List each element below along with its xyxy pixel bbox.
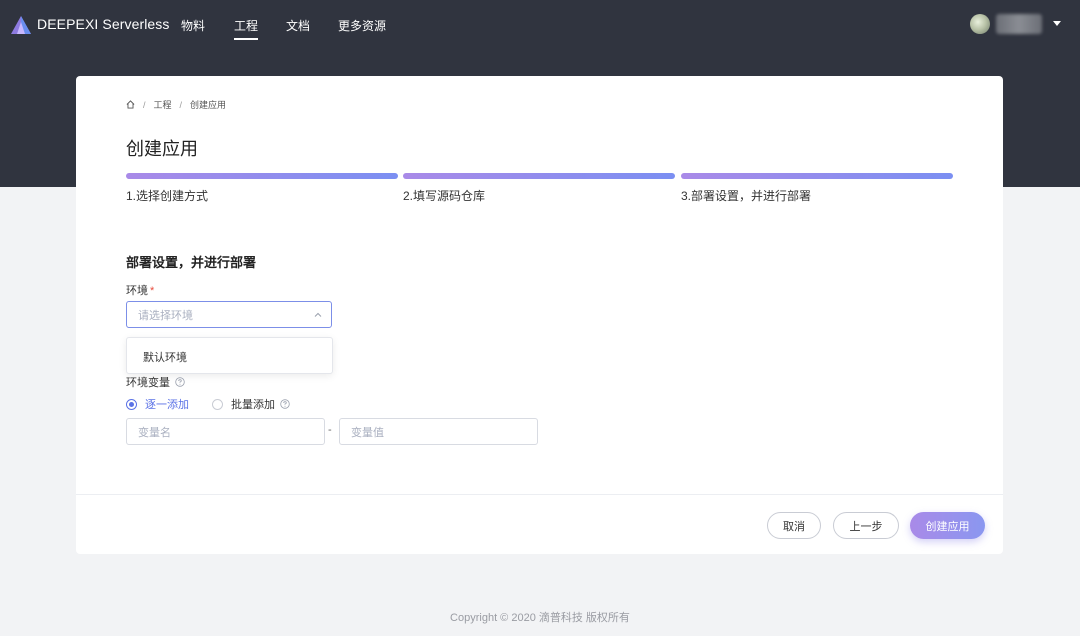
question-circle-icon[interactable] bbox=[280, 399, 290, 409]
breadcrumb-projects[interactable]: 工程 bbox=[154, 98, 172, 111]
footer-divider bbox=[76, 494, 1003, 495]
create-app-button[interactable]: 创建应用 bbox=[910, 512, 985, 539]
step-2: 2.填写源码仓库 bbox=[403, 173, 675, 204]
menu-projects[interactable]: 工程 bbox=[234, 17, 259, 40]
env-var-label: 环境变量 bbox=[126, 374, 185, 390]
required-mark: * bbox=[150, 285, 155, 297]
breadcrumb-separator: / bbox=[179, 99, 183, 110]
env-label: 环境 * bbox=[126, 282, 154, 298]
logo-icon[interactable] bbox=[11, 16, 31, 34]
step-3: 3.部署设置，并进行部署 bbox=[681, 173, 953, 204]
step-1: 1.选择创建方式 bbox=[126, 173, 398, 204]
username-redacted[interactable] bbox=[996, 14, 1042, 34]
breadcrumb-separator: / bbox=[143, 99, 146, 110]
add-mode-radio-group: 逐一添加 批量添加 bbox=[126, 396, 290, 412]
env-select-placeholder: 请选择环境 bbox=[138, 309, 193, 322]
step-progress-bar bbox=[681, 173, 953, 179]
step-progress-bar bbox=[126, 173, 398, 179]
var-separator: - bbox=[328, 424, 332, 436]
var-value-input[interactable]: 变量值 bbox=[339, 418, 538, 445]
breadcrumb: / 工程 / 创建应用 bbox=[126, 98, 226, 111]
page-title: 创建应用 bbox=[126, 139, 198, 159]
prev-step-button[interactable]: 上一步 bbox=[833, 512, 899, 539]
env-dropdown: 默认环境 bbox=[126, 337, 333, 374]
env-var-label-text: 环境变量 bbox=[126, 377, 170, 389]
section-title: 部署设置，并进行部署 bbox=[126, 255, 257, 270]
env-option-default[interactable]: 默认环境 bbox=[143, 349, 187, 365]
question-circle-icon[interactable] bbox=[175, 377, 185, 387]
var-value-placeholder: 变量值 bbox=[351, 426, 384, 439]
radio-add-batch-label[interactable]: 批量添加 bbox=[231, 396, 275, 412]
caret-down-icon[interactable] bbox=[1053, 21, 1061, 26]
step-label: 1.选择创建方式 bbox=[126, 189, 209, 203]
breadcrumb-current: 创建应用 bbox=[190, 100, 227, 110]
brand-name[interactable]: DEEPEXI Serverless bbox=[37, 16, 170, 32]
menu-docs[interactable]: 文档 bbox=[286, 17, 310, 34]
create-app-card: / 工程 / 创建应用 创建应用 1.选择创建方式 2.填写源码仓库 3.部署设… bbox=[76, 76, 1003, 554]
env-label-text: 环境 bbox=[126, 285, 148, 297]
step-progress-bar bbox=[403, 173, 675, 179]
radio-add-batch[interactable] bbox=[212, 398, 223, 410]
step-label: 3.部署设置，并进行部署 bbox=[681, 189, 812, 203]
menu-materials[interactable]: 物料 bbox=[181, 17, 205, 34]
menu-more-resources[interactable]: 更多资源 bbox=[338, 17, 386, 34]
var-name-placeholder: 变量名 bbox=[138, 426, 171, 439]
home-icon[interactable] bbox=[126, 100, 135, 109]
copyright: Copyright © 2020 滴普科技 版权所有 bbox=[450, 612, 630, 624]
radio-add-one-label[interactable]: 逐一添加 bbox=[145, 396, 189, 412]
step-label: 2.填写源码仓库 bbox=[403, 189, 486, 203]
chevron-up-icon bbox=[314, 312, 322, 317]
cancel-button[interactable]: 取消 bbox=[767, 512, 821, 539]
var-name-input[interactable]: 变量名 bbox=[126, 418, 325, 445]
top-navigation: DEEPEXI Serverless 物料 工程 文档 更多资源 bbox=[0, 0, 1080, 48]
radio-add-one[interactable] bbox=[126, 398, 137, 410]
avatar[interactable] bbox=[970, 14, 990, 34]
env-select[interactable]: 请选择环境 bbox=[126, 301, 332, 328]
